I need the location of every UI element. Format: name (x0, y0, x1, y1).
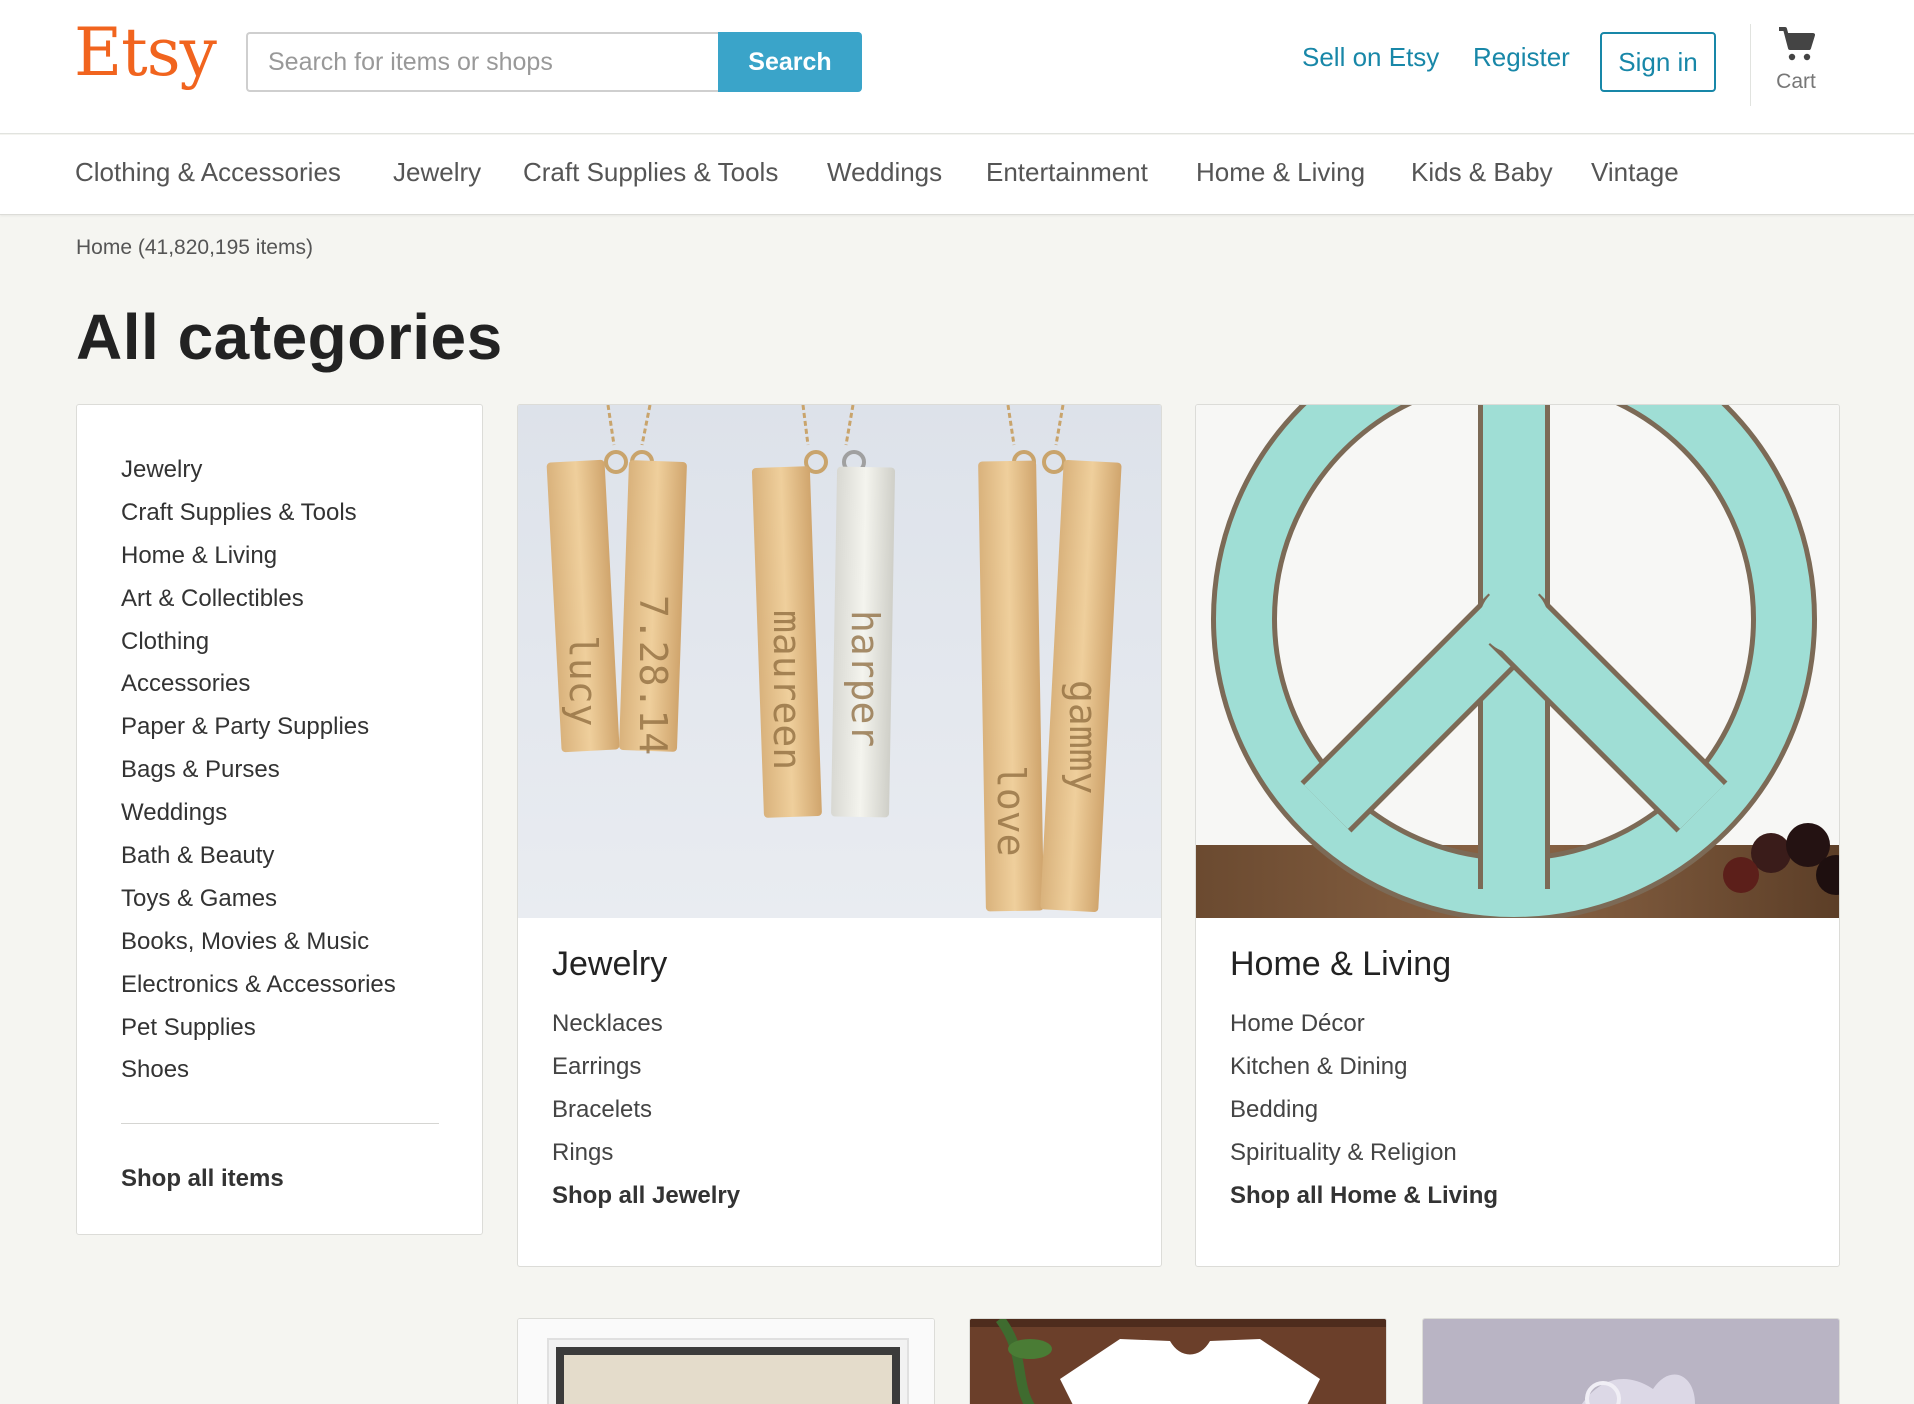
bar-text-love: love (989, 765, 1033, 857)
category-card-art[interactable] (517, 1318, 935, 1404)
sidebar-item-paper-party[interactable]: Paper & Party Supplies (121, 706, 396, 749)
subcategory-spirituality-religion[interactable]: Spirituality & Religion (1230, 1131, 1498, 1174)
category-sidebar: Jewelry Craft Supplies & Tools Home & Li… (76, 404, 483, 1235)
sidebar-item-clothing[interactable]: Clothing (121, 621, 396, 664)
nav-item-vintage[interactable]: Vintage (1591, 157, 1679, 188)
jewelry-card-body: Jewelry Necklaces Earrings Bracelets Rin… (552, 945, 740, 1210)
shop-all-items-link[interactable]: Shop all items (121, 1165, 284, 1193)
subcategory-earrings[interactable]: Earrings (552, 1045, 740, 1088)
category-nav: Clothing & Accessories Jewelry Craft Sup… (0, 135, 1914, 215)
art-image (518, 1319, 934, 1404)
sidebar-item-toys-games[interactable]: Toys & Games (121, 878, 396, 921)
sidebar-item-art-collectibles[interactable]: Art & Collectibles (121, 578, 396, 621)
nav-item-clothing-accessories[interactable]: Clothing & Accessories (75, 157, 341, 188)
jewelry-image[interactable]: lucy 7.28.14 maureen harper love gammy (518, 405, 1161, 918)
shop-all-home-living-link[interactable]: Shop all Home & Living (1230, 1182, 1498, 1210)
nav-item-weddings[interactable]: Weddings (827, 157, 942, 188)
category-card-jewelry[interactable]: lucy 7.28.14 maureen harper love gammy J… (517, 404, 1162, 1267)
sell-on-etsy-link[interactable]: Sell on Etsy (1302, 42, 1439, 73)
category-card-home-living[interactable]: Home & Living Home Décor Kitchen & Dinin… (1195, 404, 1840, 1267)
subcategory-kitchen-dining[interactable]: Kitchen & Dining (1230, 1045, 1498, 1088)
category-card-accessories[interactable] (1422, 1318, 1840, 1404)
page-title: All categories (76, 301, 503, 373)
card-title-home-living[interactable]: Home & Living (1230, 945, 1498, 984)
nav-item-jewelry[interactable]: Jewelry (393, 157, 481, 188)
register-link[interactable]: Register (1473, 42, 1570, 73)
sidebar-item-bags-purses[interactable]: Bags & Purses (121, 749, 396, 792)
subcategory-necklaces[interactable]: Necklaces (552, 1002, 740, 1045)
subcategory-bedding[interactable]: Bedding (1230, 1088, 1498, 1131)
site-header: Etsy Search Sell on Etsy Register Sign i… (0, 0, 1914, 134)
cart-icon (1779, 27, 1815, 61)
bar-text-date: 7.28.14 (631, 595, 675, 755)
sidebar-item-accessories[interactable]: Accessories (121, 663, 396, 706)
sidebar-item-bath-beauty[interactable]: Bath & Beauty (121, 835, 396, 878)
sidebar-item-weddings[interactable]: Weddings (121, 792, 396, 835)
breadcrumb[interactable]: Home (41,820,195 items) (76, 236, 313, 260)
category-card-clothing[interactable] (969, 1318, 1387, 1404)
card-title-jewelry[interactable]: Jewelry (552, 945, 740, 984)
sidebar-item-electronics[interactable]: Electronics & Accessories (121, 964, 396, 1007)
sidebar-item-books-movies-music[interactable]: Books, Movies & Music (121, 921, 396, 964)
nav-item-kids-baby[interactable]: Kids & Baby (1411, 157, 1553, 188)
nav-item-entertainment[interactable]: Entertainment (986, 157, 1148, 188)
bar-text-gammy: gammy (1061, 680, 1105, 794)
sign-in-button[interactable]: Sign in (1600, 32, 1716, 92)
etsy-logo[interactable]: Etsy (74, 20, 217, 86)
cart-label: Cart (1776, 70, 1816, 93)
subcategory-bracelets[interactable]: Bracelets (552, 1088, 740, 1131)
sidebar-list: Jewelry Craft Supplies & Tools Home & Li… (121, 449, 396, 1092)
search-input[interactable] (246, 32, 720, 92)
cart-button[interactable]: Cart (1766, 24, 1826, 104)
bar-text-harper: harper (843, 610, 887, 747)
sidebar-item-home-living[interactable]: Home & Living (121, 535, 396, 578)
home-living-card-body: Home & Living Home Décor Kitchen & Dinin… (1230, 945, 1498, 1210)
subcategory-home-decor[interactable]: Home Décor (1230, 1002, 1498, 1045)
search-button[interactable]: Search (718, 32, 862, 92)
bar-text-lucy: lucy (561, 635, 605, 727)
subcategory-rings[interactable]: Rings (552, 1131, 740, 1174)
shop-all-jewelry-link[interactable]: Shop all Jewelry (552, 1182, 740, 1210)
sidebar-item-shoes[interactable]: Shoes (121, 1049, 396, 1092)
bar-text-maureen: maureen (765, 610, 809, 770)
sidebar-item-jewelry[interactable]: Jewelry (121, 449, 396, 492)
nav-item-craft-supplies[interactable]: Craft Supplies & Tools (523, 157, 778, 188)
nav-item-home-living[interactable]: Home & Living (1196, 157, 1365, 188)
sidebar-divider (121, 1123, 439, 1124)
home-living-image[interactable] (1196, 405, 1839, 918)
header-divider (1750, 24, 1751, 106)
clothing-image (970, 1319, 1386, 1404)
search-bar: Search (246, 32, 862, 92)
sidebar-item-craft-supplies[interactable]: Craft Supplies & Tools (121, 492, 396, 535)
sidebar-item-pet-supplies[interactable]: Pet Supplies (121, 1007, 396, 1050)
accessories-image (1423, 1319, 1839, 1404)
